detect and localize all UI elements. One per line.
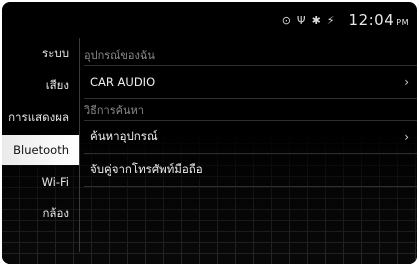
sidebar-item-label: ระบบ xyxy=(42,46,69,60)
sidebar-item-wifi[interactable]: Wi-Fi xyxy=(2,166,79,198)
device-row-car-audio[interactable]: CAR AUDIO › xyxy=(84,65,417,98)
clock: 12:04 PM xyxy=(349,11,409,29)
chevron-right-icon: › xyxy=(404,75,409,89)
head-unit-screen: ⊙ Ψ ✱ ⚡ 12:04 PM ระบบ เสียง การแสดงผล Blu… xyxy=(2,2,417,264)
my-devices-header: อุปกรณ์ของฉัน xyxy=(84,48,155,62)
device-name: CAR AUDIO xyxy=(90,75,156,89)
sidebar-item-label: Wi-Fi xyxy=(41,175,69,189)
usb-icon: Ψ xyxy=(296,13,306,27)
media-icon: ⊙ xyxy=(281,13,291,27)
bluetooth-icon: ✱ xyxy=(311,13,321,27)
pair-from-phone-label: จับคู่จากโทรศัพท์มือถือ xyxy=(90,162,203,176)
sidebar-item-bluetooth[interactable]: Bluetooth xyxy=(2,135,79,165)
sidebar-item-label: Bluetooth xyxy=(13,143,69,157)
sidebar-item-camera[interactable]: กล้อง xyxy=(2,198,79,230)
clock-ampm: PM xyxy=(396,18,409,27)
sidebar-item-label: การแสดงผล xyxy=(8,110,69,124)
chevron-right-icon: › xyxy=(404,130,409,144)
search-method-header: วิธีการค้นหา xyxy=(84,98,417,120)
clock-time: 12:04 xyxy=(348,11,395,29)
sidebar-item-system[interactable]: ระบบ xyxy=(2,38,79,70)
pair-from-phone-row[interactable]: จับคู่จากโทรศัพท์มือถือ xyxy=(84,153,417,187)
search-devices-label: ค้นหาอุปกรณ์ xyxy=(90,129,158,143)
sidebar-divider xyxy=(79,38,80,252)
sidebar-item-sound[interactable]: เสียง xyxy=(2,70,79,102)
sidebar-item-label: เสียง xyxy=(45,78,69,92)
sidebar-item-display[interactable]: การแสดงผล xyxy=(2,102,79,134)
status-bar: ⊙ Ψ ✱ ⚡ 12:04 PM xyxy=(282,10,409,30)
settings-sidebar: ระบบ เสียง การแสดงผล Bluetooth Wi-Fi กล้… xyxy=(2,38,79,230)
signal-icon: ⚡ xyxy=(326,13,335,27)
search-devices-row[interactable]: ค้นหาอุปกรณ์ › xyxy=(84,120,417,153)
bluetooth-settings-panel: อุปกรณ์ของฉัน CAR AUDIO › วิธีการค้นหา ค… xyxy=(84,44,417,187)
sidebar-item-label: กล้อง xyxy=(42,206,69,220)
